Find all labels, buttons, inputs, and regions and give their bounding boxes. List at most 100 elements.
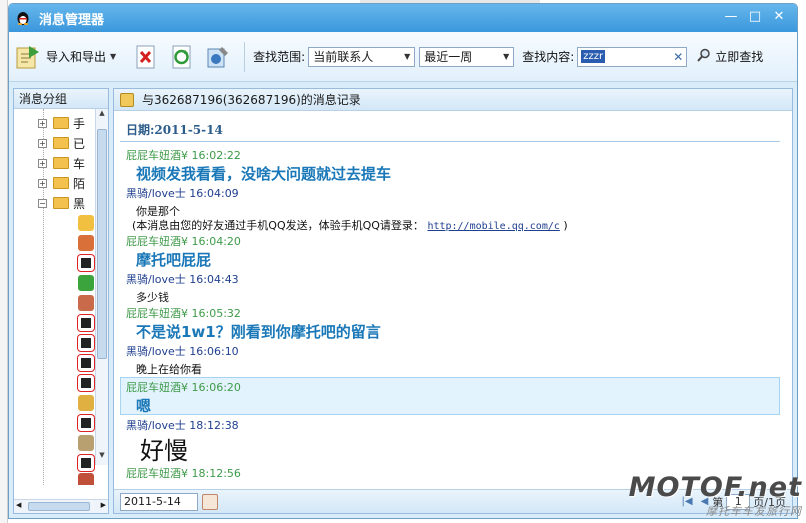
message-text: 晚上在给你看 [136,363,202,376]
minimize-button[interactable]: — [719,8,743,28]
vertical-scrollbar[interactable]: ▲ ▼ [95,109,108,465]
window-title: 消息管理器 [39,12,105,28]
tree-group-item[interactable]: − 黑 [38,193,85,213]
calendar-icon[interactable] [202,493,218,510]
settings-icon[interactable] [204,43,232,71]
import-export-label: 导入和导出 [46,50,107,64]
group-panel: 消息分组 + 手 + 已 + 车 + 陌 − 黑 ▲ ▼ ◀ ▶ [13,88,109,514]
contact-avatar[interactable] [78,295,94,311]
contact-avatar[interactable] [78,375,94,391]
scope-label: 查找范围: [253,50,306,64]
import-export-icon [15,44,41,70]
search-input[interactable]: zzzr ✕ [577,46,688,67]
contact-avatar[interactable] [78,335,94,351]
tree-group-item[interactable]: + 已 [38,133,85,153]
desktop-edge [0,0,8,523]
close-button[interactable]: ✕ [767,8,791,28]
scroll-thumb[interactable] [28,502,90,511]
message-sender: 屁屁车妞酒¥ 16:06:20 [126,381,241,394]
message-sender: 黑骑/love士 16:06:10 [126,345,239,358]
contact-avatar[interactable] [78,255,94,271]
message-sender: 屁屁车妞酒¥ 18:12:56 [126,467,241,480]
contact-avatar[interactable] [78,215,94,231]
chevron-down-icon: ▼ [404,52,411,61]
contact-avatar[interactable] [78,315,94,331]
folder-icon [53,157,69,169]
scope-value: 当前联系人 [313,50,374,64]
record-header: 与362687196(362687196)的消息记录 [114,89,792,111]
maximize-button[interactable]: □ [743,8,767,28]
folder-icon [53,197,69,209]
scroll-right-icon[interactable]: ▶ [101,501,106,509]
folder-icon [53,177,69,189]
message-list[interactable]: 日期:2011-5-14 屁屁车妞酒¥ 16:02:22 视频发我看看，没啥大问… [114,111,792,491]
expand-icon[interactable]: + [38,178,47,188]
tree-group-item[interactable]: + 车 [38,153,85,173]
tree-group-item[interactable]: + 手 [38,113,85,133]
group-label: 已 [73,136,86,151]
message-manager-window: 消息管理器 — □ ✕ 导入和导出 ▼ 查找范围: 当前联系人 ▼ 最近一周 ▼… [8,3,798,519]
content-label: 查找内容: [522,50,575,64]
clear-icon[interactable]: ✕ [673,50,683,64]
refresh-icon[interactable] [168,43,196,71]
scroll-down-icon[interactable]: ▼ [96,451,108,465]
contact-avatar[interactable] [78,455,94,471]
message-text: 摩托吧屁屁 [136,251,212,269]
group-label: 黑 [73,196,86,211]
delete-icon[interactable] [132,43,160,71]
date-field[interactable]: 2011-5-14 [120,492,198,511]
expand-icon[interactable]: + [38,118,47,128]
message-sender: 屁屁车妞酒¥ 16:02:22 [126,149,241,162]
record-title: 与362687196(362687196)的消息记录 [142,93,361,107]
message-note: (本消息由您的好友通过手机QQ发送，体验手机QQ请登录： http://mobi… [132,219,568,232]
find-now-label: 立即查找 [715,50,764,64]
group-label: 手 [73,116,86,131]
import-export-button[interactable]: 导入和导出 ▼ [15,44,116,70]
find-now-button[interactable]: 立即查找 [697,48,763,65]
message-text: 好慢 [140,437,188,465]
contact-avatar[interactable] [78,473,94,485]
contact-avatar[interactable] [78,235,94,251]
scroll-up-icon[interactable]: ▲ [96,109,108,123]
message-text: 嗯 [136,397,152,415]
period-value: 最近一周 [424,50,473,64]
scroll-left-icon[interactable]: ◀ [16,501,21,509]
message-record-panel: 与362687196(362687196)的消息记录 日期:2011-5-14 … [113,88,793,514]
watermark-tagline: 摩托车车友旅行网 [706,505,802,518]
contact-avatar[interactable] [78,415,94,431]
magnifier-icon [697,48,711,65]
toolbar-divider [244,41,246,72]
message-text: 多少钱 [136,291,169,304]
tree-group-item[interactable]: + 陌 [38,173,85,193]
toolbar: 导入和导出 ▼ 查找范围: 当前联系人 ▼ 最近一周 ▼ 查找内容: zzzr … [9,32,797,82]
group-label: 陌 [73,176,86,191]
chat-record-icon [120,92,134,107]
collapse-icon[interactable]: − [38,198,47,208]
mobile-qq-link[interactable]: http://mobile.qq.com/c [427,221,559,232]
search-value: zzzr [581,50,606,63]
message-date: 日期:2011-5-14 [126,123,223,137]
horizontal-scrollbar[interactable]: ◀ ▶ [14,499,108,513]
expand-icon[interactable]: + [38,158,47,168]
group-tree: + 手 + 已 + 车 + 陌 − 黑 [14,109,108,485]
message-sender: 屁屁车妞酒¥ 16:05:32 [126,307,241,320]
message-text: 视频发我看看，没啥大问题就过去提车 [136,165,392,183]
message-sender: 黑骑/love士 16:04:09 [126,187,239,200]
folder-icon [53,117,69,129]
period-select[interactable]: 最近一周 ▼ [419,46,515,67]
contact-avatar[interactable] [78,395,94,411]
message-sender: 黑骑/love士 16:04:43 [126,273,239,286]
site-watermark: MOTOF.net 摩托车车友旅行网 [629,472,802,519]
expand-icon[interactable]: + [38,138,47,148]
contact-avatar[interactable] [78,435,94,451]
scroll-thumb[interactable] [97,129,107,359]
contact-avatar[interactable] [78,275,94,291]
scope-select[interactable]: 当前联系人 ▼ [308,46,416,67]
group-panel-title: 消息分组 [14,89,108,109]
folder-icon [53,137,69,149]
contact-avatar[interactable] [78,355,94,371]
message-text: 不是说1w1？刚看到你摩托吧的留言 [136,323,381,341]
chevron-down-icon: ▼ [503,52,510,61]
title-bar[interactable]: 消息管理器 — □ ✕ [9,4,797,32]
message-sender: 屁屁车妞酒¥ 16:04:20 [126,235,241,248]
